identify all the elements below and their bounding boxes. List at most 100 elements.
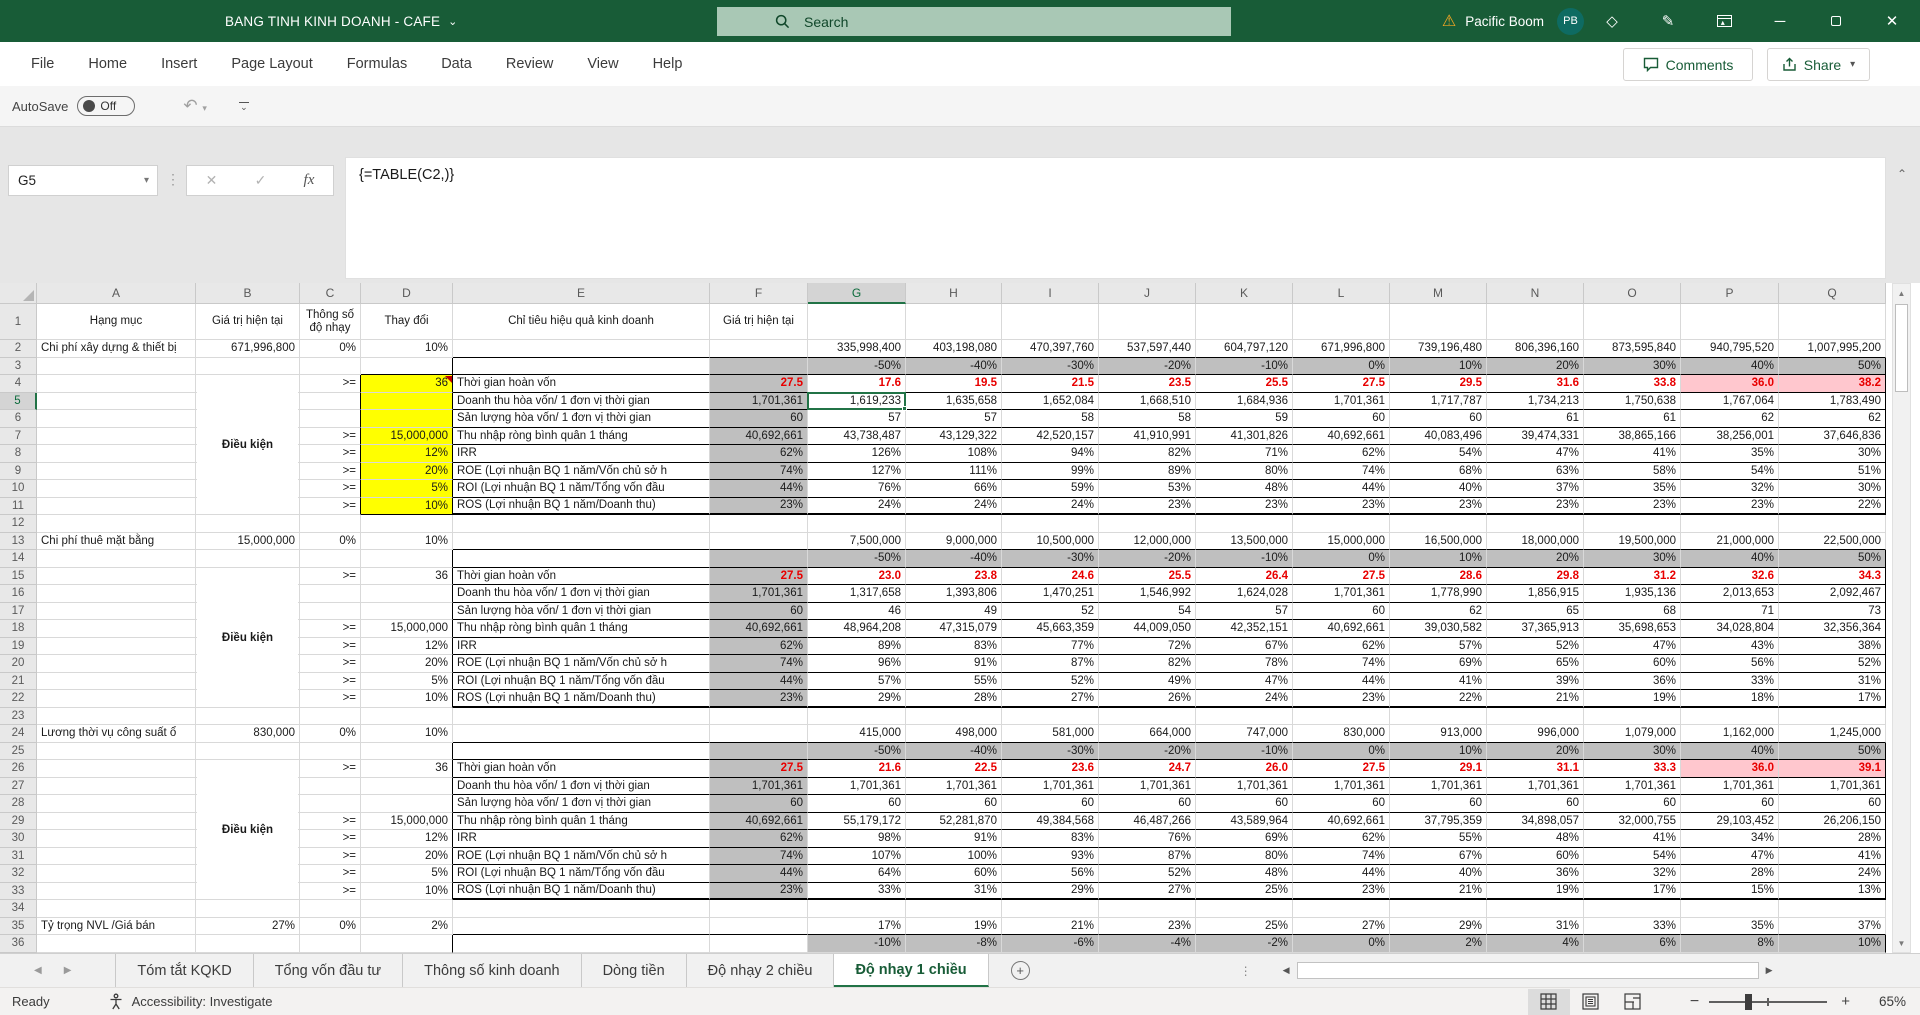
cell-L33[interactable]: 23% — [1293, 883, 1390, 901]
cell-B35[interactable]: 27% — [196, 918, 300, 936]
row-header-6[interactable]: 6 — [0, 410, 37, 428]
cell-G3[interactable]: -50% — [808, 358, 906, 376]
cell-J24[interactable]: 664,000 — [1099, 725, 1196, 743]
cell-B13[interactable]: 15,000,000 — [196, 533, 300, 551]
cell-I28[interactable]: 60 — [1002, 795, 1099, 813]
cell-G33[interactable]: 33% — [808, 883, 906, 901]
cell-H18[interactable]: 47,315,079 — [906, 620, 1002, 638]
cell-E15[interactable]: Thời gian hoàn vốn — [453, 568, 710, 586]
cell-L15[interactable]: 27.5 — [1293, 568, 1390, 586]
row-header-34[interactable]: 34 — [0, 900, 37, 918]
autosave-toggle[interactable]: Off — [77, 96, 135, 116]
cell-K3[interactable]: -10% — [1196, 358, 1293, 376]
cell-K11[interactable]: 23% — [1196, 498, 1293, 516]
cell-E24[interactable] — [453, 725, 710, 743]
cell-M15[interactable]: 28.6 — [1390, 568, 1487, 586]
cell-O8[interactable]: 41% — [1584, 445, 1681, 463]
restore-button[interactable] — [1808, 0, 1864, 42]
cell-C36[interactable] — [300, 935, 361, 953]
page-break-preview-button[interactable] — [1612, 989, 1654, 1015]
ribbon-tab-data[interactable]: Data — [424, 42, 489, 86]
col-header-C[interactable]: C — [300, 283, 361, 304]
cell-N4[interactable]: 31.6 — [1487, 375, 1584, 393]
cell-L2[interactable]: 671,996,800 — [1293, 340, 1390, 358]
cell-A23[interactable] — [37, 708, 196, 726]
cell-H4[interactable]: 19.5 — [906, 375, 1002, 393]
cell-M9[interactable]: 68% — [1390, 463, 1487, 481]
cell-N13[interactable]: 18,000,000 — [1487, 533, 1584, 551]
cell-I2[interactable]: 470,397,760 — [1002, 340, 1099, 358]
cell-G30[interactable]: 98% — [808, 830, 906, 848]
cell-I10[interactable]: 59% — [1002, 480, 1099, 498]
cell-G25[interactable]: -50% — [808, 743, 906, 761]
cell-M32[interactable]: 40% — [1390, 865, 1487, 883]
cell-C3[interactable] — [300, 358, 361, 376]
cell-Q2[interactable]: 1,007,995,200 — [1779, 340, 1886, 358]
cell-F5[interactable]: 1,701,361 — [710, 393, 808, 411]
cell-A36[interactable] — [37, 935, 196, 953]
cell-G18[interactable]: 48,964,208 — [808, 620, 906, 638]
cell-D13[interactable]: 10% — [361, 533, 453, 551]
cell-M5[interactable]: 1,717,787 — [1390, 393, 1487, 411]
cell-E3[interactable] — [453, 358, 710, 376]
cell-P27[interactable]: 1,701,361 — [1681, 778, 1779, 796]
row-header-27[interactable]: 27 — [0, 778, 37, 796]
cell-P4[interactable]: 36.0 — [1681, 375, 1779, 393]
cell-M16[interactable]: 1,778,990 — [1390, 585, 1487, 603]
cell-G4[interactable]: 17.6 — [808, 375, 906, 393]
row-header-14[interactable]: 14 — [0, 550, 37, 568]
cell-Q5[interactable]: 1,783,490 — [1779, 393, 1886, 411]
row-header-11[interactable]: 11 — [0, 498, 37, 516]
cell-K5[interactable]: 1,684,936 — [1196, 393, 1293, 411]
cell-N9[interactable]: 63% — [1487, 463, 1584, 481]
cell-D21[interactable]: 5% — [361, 673, 453, 691]
cell-I12[interactable] — [1002, 515, 1099, 533]
cell-I36[interactable]: -6% — [1002, 935, 1099, 953]
row-header-4[interactable]: 4 — [0, 375, 37, 393]
cell-L20[interactable]: 74% — [1293, 655, 1390, 673]
cell-H27[interactable]: 1,701,361 — [906, 778, 1002, 796]
cell-O21[interactable]: 36% — [1584, 673, 1681, 691]
cell-I19[interactable]: 77% — [1002, 638, 1099, 656]
cell-H23[interactable] — [906, 708, 1002, 726]
cell-Q25[interactable]: 50% — [1779, 743, 1886, 761]
cell-C6[interactable] — [300, 410, 361, 428]
cell-J17[interactable]: 54 — [1099, 603, 1196, 621]
cell-K26[interactable]: 26.0 — [1196, 760, 1293, 778]
cell-D5[interactable] — [361, 393, 453, 411]
cell-N10[interactable]: 37% — [1487, 480, 1584, 498]
cell-J2[interactable]: 537,597,440 — [1099, 340, 1196, 358]
normal-view-button[interactable] — [1528, 989, 1570, 1015]
cell-L5[interactable]: 1,701,361 — [1293, 393, 1390, 411]
cell-D15[interactable]: 36 — [361, 568, 453, 586]
cell-F1[interactable]: Giá trị hiện tại — [710, 304, 808, 340]
cell-E16[interactable]: Doanh thu hòa vốn/ 1 đơn vị thời gian — [453, 585, 710, 603]
cell-H6[interactable]: 57 — [906, 410, 1002, 428]
cell-A19[interactable] — [37, 638, 196, 656]
cell-H7[interactable]: 43,129,322 — [906, 428, 1002, 446]
cell-E33[interactable]: ROS (Lợi nhuận BQ 1 năm/Doanh thu) — [453, 883, 710, 901]
cell-D12[interactable] — [361, 515, 453, 533]
cell-A5[interactable] — [37, 393, 196, 411]
cell-A1[interactable]: Hạng mục — [37, 304, 196, 340]
cell-E21[interactable]: ROI (Lợi nhuận BQ 1 năm/Tổng vốn đầu — [453, 673, 710, 691]
cell-O33[interactable]: 17% — [1584, 883, 1681, 901]
cell-M4[interactable]: 29.5 — [1390, 375, 1487, 393]
cell-L29[interactable]: 40,692,661 — [1293, 813, 1390, 831]
confirm-entry-icon[interactable]: ✓ — [255, 172, 267, 189]
cell-I25[interactable]: -30% — [1002, 743, 1099, 761]
row-header-22[interactable]: 22 — [0, 690, 37, 708]
cell-C7[interactable]: >= — [300, 428, 361, 446]
cell-M7[interactable]: 40,083,496 — [1390, 428, 1487, 446]
cell-L12[interactable] — [1293, 515, 1390, 533]
cell-A34[interactable] — [37, 900, 196, 918]
cell-E5[interactable]: Doanh thu hòa vốn/ 1 đơn vị thời gian — [453, 393, 710, 411]
cell-N12[interactable] — [1487, 515, 1584, 533]
cell-M27[interactable]: 1,701,361 — [1390, 778, 1487, 796]
cell-H28[interactable]: 60 — [906, 795, 1002, 813]
cell-E22[interactable]: ROS (Lợi nhuận BQ 1 năm/Doanh thu) — [453, 690, 710, 708]
cell-L19[interactable]: 62% — [1293, 638, 1390, 656]
cell-J21[interactable]: 49% — [1099, 673, 1196, 691]
cell-I31[interactable]: 93% — [1002, 848, 1099, 866]
row-header-23[interactable]: 23 — [0, 708, 37, 726]
